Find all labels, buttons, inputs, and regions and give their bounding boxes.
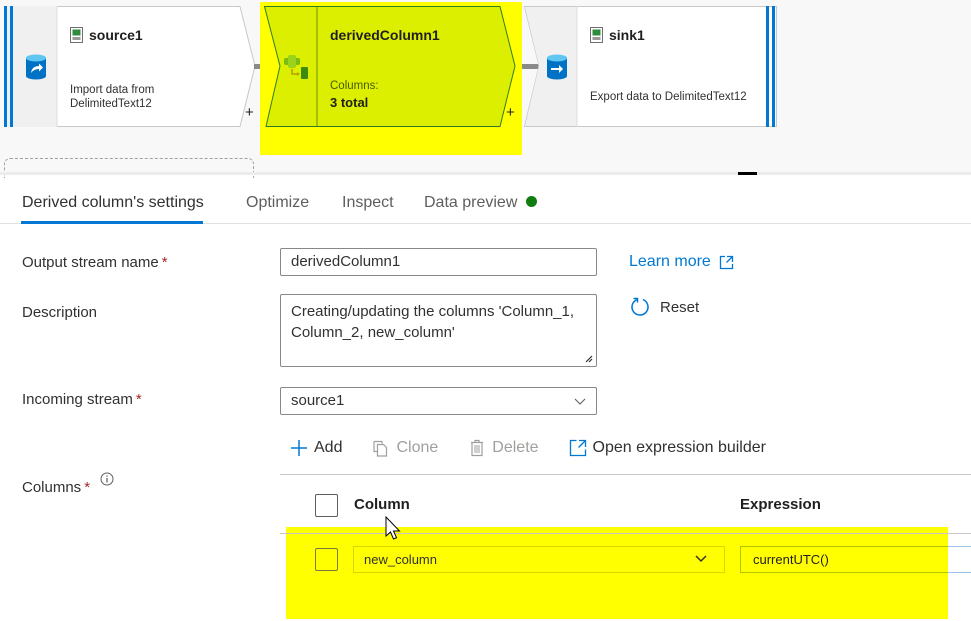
resize-grip-icon[interactable] [583, 353, 593, 363]
expression-header: Expression [740, 496, 821, 513]
column-header: Column [354, 496, 410, 513]
tab-data-preview[interactable]: Data preview [424, 194, 538, 212]
toolbar-divider [280, 474, 971, 475]
columns-toolbar: Add Clone Delete Open expression builder [290, 436, 796, 460]
add-transform-button[interactable]: + [506, 104, 515, 121]
tab-derived-column-settings[interactable]: Derived column's settings [22, 194, 204, 212]
node-title: derivedColumn1 [330, 27, 440, 43]
chevron-down-icon [695, 555, 707, 563]
node-sink1[interactable]: sink1 Export data to DelimitedText12 [524, 6, 777, 127]
derived-column-icon [278, 6, 317, 127]
node-title: sink1 [590, 27, 645, 43]
database-export-icon [536, 6, 577, 127]
delete-button[interactable]: Delete [468, 439, 539, 457]
settings-tabs: Derived column's settings Optimize Inspe… [0, 175, 971, 224]
info-icon[interactable] [100, 472, 114, 486]
node-description: Export data to DelimitedText12 [590, 91, 747, 103]
incoming-stream-label: Incoming stream * [22, 391, 142, 408]
trash-icon [471, 439, 484, 457]
clone-button[interactable]: Clone [372, 439, 438, 457]
mouse-pointer-icon [385, 516, 401, 540]
open-expression-builder-button[interactable]: Open expression builder [569, 439, 766, 457]
node-source1[interactable]: source1 Import data from DelimitedText12 [4, 6, 256, 127]
tab-inspect[interactable]: Inspect [342, 194, 394, 212]
tab-optimize[interactable]: Optimize [246, 194, 309, 212]
status-dot-icon [526, 196, 538, 207]
node-subtitle: Columns: [330, 80, 379, 92]
output-stream-label: Output stream name * [22, 254, 168, 271]
chevron-down-icon [574, 398, 586, 405]
database-import-icon [14, 6, 57, 127]
row-divider [280, 533, 971, 534]
csv-file-icon [70, 27, 83, 43]
node-title: source1 [70, 27, 143, 43]
description-label: Description [22, 304, 98, 321]
reset-button[interactable]: Reset [630, 297, 699, 317]
description-textarea[interactable]: Creating/updating the columns 'Column_1,… [280, 294, 597, 367]
node-detail: 3 total [330, 95, 369, 110]
external-link-icon [719, 255, 733, 269]
csv-file-icon [590, 27, 603, 43]
add-transform-button[interactable]: + [245, 104, 254, 121]
select-all-checkbox[interactable] [315, 494, 338, 517]
expression-input[interactable]: currentUTC() [740, 546, 971, 573]
row-checkbox[interactable] [315, 548, 338, 571]
add-button[interactable]: Add [290, 439, 342, 457]
active-tab-indicator [21, 221, 203, 224]
column-name-select[interactable]: new_column [353, 546, 725, 573]
node-description: Import data from DelimitedText12 [70, 84, 155, 110]
node-derivedcolumn1[interactable]: derivedColumn1 Columns: 3 total [264, 6, 518, 127]
learn-more-link[interactable]: Learn more [629, 253, 734, 271]
clone-icon [373, 440, 388, 457]
expression-input-overflow [948, 546, 971, 573]
incoming-stream-select[interactable]: source1 [280, 387, 597, 415]
columns-label: Columns * [22, 472, 114, 496]
external-link-icon [569, 439, 586, 457]
reset-icon [631, 297, 649, 316]
output-stream-input[interactable]: derivedColumn1 [280, 248, 597, 276]
data-flow-canvas[interactable]: source1 Import data from DelimitedText12… [0, 0, 971, 178]
plus-icon [291, 440, 307, 456]
